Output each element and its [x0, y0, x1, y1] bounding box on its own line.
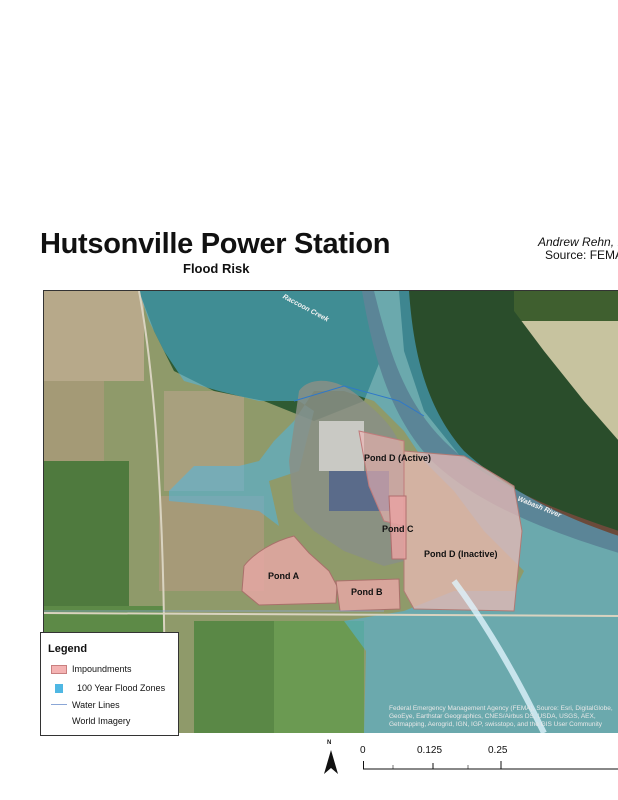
legend-world-imagery: World Imagery — [51, 716, 130, 726]
legend-flood-zones: 100 Year Flood Zones — [51, 683, 165, 694]
author-credit: Andrew Rehn, I — [538, 235, 618, 249]
legend-title: Legend — [48, 643, 88, 655]
legend-water-lines: Water Lines — [51, 700, 120, 710]
scale-bar: 0 0.125 0.25 — [360, 745, 618, 775]
source-credit: Source: FEMA — [545, 248, 618, 262]
imagery-credit: Federal Emergency Management Agency (FEM… — [389, 705, 613, 728]
north-arrow-icon — [324, 750, 338, 774]
legend-impoundments: Impoundments — [51, 664, 132, 675]
pond-d-active-label: Pond D (Active) — [364, 453, 432, 463]
pond-b-label: Pond B — [351, 587, 383, 597]
pond-c-label: Pond C — [382, 524, 414, 534]
impoundment-swatch — [51, 665, 67, 675]
legend: Legend Impoundments 100 Year Flood Zones… — [40, 632, 179, 736]
scale-bar-ruler — [363, 761, 618, 770]
scale-tick-1: 0.125 — [417, 745, 443, 756]
map-title: Hutsonville Power Station — [40, 228, 391, 260]
water-line-swatch — [51, 704, 67, 706]
pond-a-label: Pond A — [268, 571, 300, 581]
scale-tick-0: 0 — [360, 745, 366, 756]
north-arrow: N — [322, 740, 340, 774]
flood-zone-swatch — [55, 684, 63, 694]
map-subtitle: Flood Risk — [183, 261, 250, 276]
scale-tick-2: 0.25 — [488, 745, 508, 756]
pond-d-inactive-label: Pond D (Inactive) — [424, 549, 498, 559]
imagery-swatch — [51, 717, 67, 726]
